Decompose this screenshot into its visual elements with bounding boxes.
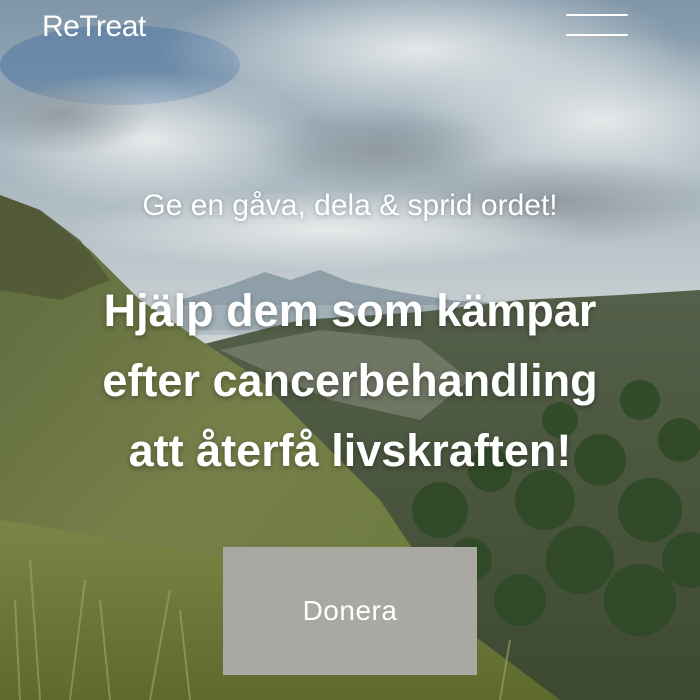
- menu-icon-line: [566, 34, 628, 36]
- menu-icon-line: [566, 14, 628, 16]
- headline-line-2: efter cancerbehandling: [102, 355, 598, 406]
- hero-headline: Hjälp dem som kämpar efter cancerbehandl…: [0, 276, 700, 486]
- donate-button[interactable]: Donera: [223, 547, 477, 675]
- hero-tagline: Ge en gåva, dela & sprid ordet!: [142, 189, 558, 222]
- hero-section: ReTreat Ge en gåva, dela & sprid ordet! …: [0, 0, 700, 700]
- hamburger-menu-icon[interactable]: [564, 12, 630, 38]
- site-logo[interactable]: ReTreat: [42, 9, 146, 45]
- headline-line-1: Hjälp dem som kämpar: [103, 285, 597, 336]
- headline-line-3: att återfå livskraften!: [128, 425, 572, 476]
